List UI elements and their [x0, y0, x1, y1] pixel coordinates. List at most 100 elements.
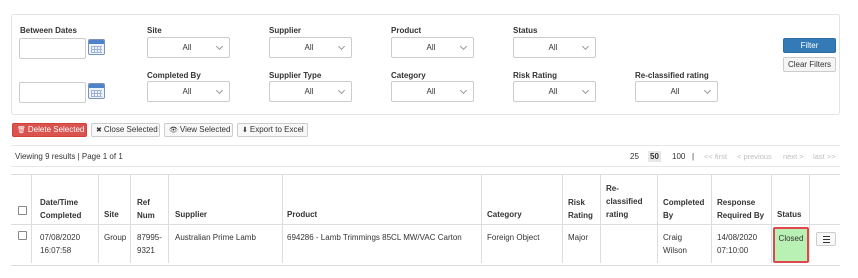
trash-icon: 🗑	[17, 127, 26, 134]
cell-risk-rating: Major	[568, 233, 589, 242]
cell-date-time: 07/08/2020 16:07:58	[40, 231, 80, 257]
close-selected-button[interactable]: ✖ Close Selected	[91, 123, 160, 137]
download-icon: ⬇	[242, 127, 248, 134]
cell-category: Foreign Object	[487, 233, 540, 242]
calendar-icon[interactable]	[88, 83, 105, 99]
completed-by-select-value: All	[182, 87, 192, 96]
header-risk-rating-line1: Risk	[568, 198, 585, 207]
header-site[interactable]: Site	[104, 208, 119, 221]
results-table: Date/Time Completed Site Ref Num Supplie…	[11, 174, 840, 266]
cell-product: 694286 - Lamb Trimmings 85CL MW/VAC Cart…	[287, 233, 462, 242]
site-select[interactable]: All	[147, 37, 230, 58]
view-selected-button[interactable]: 👁 View Selected	[164, 123, 233, 137]
header-status[interactable]: Status	[777, 208, 801, 221]
header-completed-by-line1: Completed	[663, 198, 705, 207]
cell-ref-num: 87995- 9321	[137, 231, 162, 257]
view-selected-label: View Selected	[179, 125, 231, 134]
cell-response-required: 14/08/2020 07:10:00	[717, 231, 757, 257]
product-select[interactable]: All	[391, 37, 474, 58]
supplier-label: Supplier	[269, 26, 302, 35]
header-ref-num-line2: Num	[137, 211, 155, 220]
supplier-type-label: Supplier Type	[269, 71, 322, 80]
row-details-button[interactable]	[816, 232, 836, 246]
header-reclassified-line1: Re-	[606, 184, 619, 193]
cell-time: 16:07:58	[40, 246, 72, 255]
header-date-time[interactable]: Date/Time Completed	[40, 196, 81, 222]
cell-ref-line1: 87995-	[137, 233, 162, 242]
eye-icon: 👁	[169, 127, 178, 134]
cell-response-date: 14/08/2020	[717, 233, 758, 242]
cell-site: Group	[104, 233, 127, 242]
site-select-value: All	[182, 43, 192, 52]
filter-button[interactable]: Filter	[783, 38, 836, 53]
pager-separator: |	[692, 152, 695, 161]
header-response-required[interactable]: Response Required By	[717, 196, 764, 222]
header-response-line1: Response	[717, 198, 756, 207]
cell-ref-line2: 9321	[137, 246, 155, 255]
completed-by-select[interactable]: All	[147, 81, 230, 102]
status-select[interactable]: All	[513, 37, 596, 58]
risk-rating-select[interactable]: All	[513, 81, 596, 102]
supplier-type-select[interactable]: All	[269, 81, 352, 102]
results-summary: Viewing 9 results | Page 1 of 1	[15, 152, 123, 161]
calendar-icon[interactable]	[88, 39, 105, 55]
cell-response-time: 07:10:00	[717, 246, 749, 255]
cell-completed-by-line2: Wilson	[663, 246, 688, 255]
header-ref-num-line1: Ref	[137, 198, 150, 207]
clear-filters-button[interactable]: Clear Filters	[783, 57, 836, 72]
first-page-link[interactable]: << first	[704, 152, 727, 161]
status-select-value: All	[548, 43, 558, 52]
export-excel-label: Export to Excel	[249, 125, 304, 134]
last-page-link[interactable]: last >>	[813, 152, 836, 161]
header-reclassified-rating[interactable]: Re- classified rating	[606, 182, 642, 221]
page-size-25[interactable]: 25	[630, 152, 639, 161]
cell-completed-by: Craig Wilson	[663, 231, 687, 257]
header-ref-num[interactable]: Ref Num	[137, 196, 155, 222]
status-badge: Closed	[773, 227, 809, 263]
header-risk-rating-line2: Rating	[568, 211, 593, 220]
status-label: Status	[513, 26, 538, 35]
page-size-100[interactable]: 100	[672, 152, 685, 161]
category-label: Category	[391, 71, 426, 80]
cell-completed-by-line1: Craig	[663, 233, 683, 242]
header-response-line2: Required By	[717, 211, 765, 220]
row-checkbox[interactable]	[18, 231, 27, 240]
filter-panel: Between Dates Site Supplier Product Stat…	[11, 14, 840, 115]
header-completed-by-line2: By	[663, 211, 674, 220]
header-reclassified-line2: classified	[606, 197, 643, 206]
risk-rating-select-value: All	[548, 87, 558, 96]
risk-rating-label: Risk Rating	[513, 71, 558, 80]
pager-row: Viewing 9 results | Page 1 of 1 25 50 10…	[11, 145, 840, 167]
date-from-input[interactable]	[19, 38, 86, 59]
supplier-select-value: All	[304, 43, 314, 52]
header-category[interactable]: Category	[487, 208, 522, 221]
completed-by-label: Completed By	[147, 71, 201, 80]
header-reclassified-line3: rating	[606, 210, 629, 219]
header-completed-by[interactable]: Completed By	[663, 196, 704, 222]
header-date-time-line2: Completed	[40, 211, 82, 220]
page-size-50[interactable]: 50	[648, 151, 661, 162]
status-text: Closed	[778, 234, 804, 243]
site-label: Site	[147, 26, 162, 35]
category-select[interactable]: All	[391, 81, 474, 102]
date-to-input[interactable]	[19, 82, 86, 103]
previous-page-link[interactable]: < previous	[737, 152, 772, 161]
supplier-select[interactable]: All	[269, 37, 352, 58]
cell-supplier: Australian Prime Lamb	[175, 233, 256, 242]
export-excel-button[interactable]: ⬇ Export to Excel	[237, 123, 308, 137]
next-page-link[interactable]: next >	[783, 152, 804, 161]
supplier-type-select-value: All	[304, 87, 314, 96]
reclassified-rating-select-value: All	[670, 87, 680, 96]
header-risk-rating[interactable]: Risk Rating	[568, 196, 593, 222]
header-supplier[interactable]: Supplier	[175, 208, 207, 221]
product-select-value: All	[426, 43, 436, 52]
reclassified-rating-select[interactable]: All	[635, 81, 718, 102]
cell-date: 07/08/2020	[40, 233, 81, 242]
delete-selected-button[interactable]: 🗑 Delete Selected	[12, 123, 87, 137]
between-dates-label: Between Dates	[20, 26, 77, 35]
product-label: Product	[391, 26, 422, 35]
header-product[interactable]: Product	[287, 208, 317, 221]
delete-selected-label: Delete Selected	[27, 125, 85, 134]
select-all-checkbox[interactable]	[18, 206, 27, 215]
header-date-time-line1: Date/Time	[40, 198, 79, 207]
